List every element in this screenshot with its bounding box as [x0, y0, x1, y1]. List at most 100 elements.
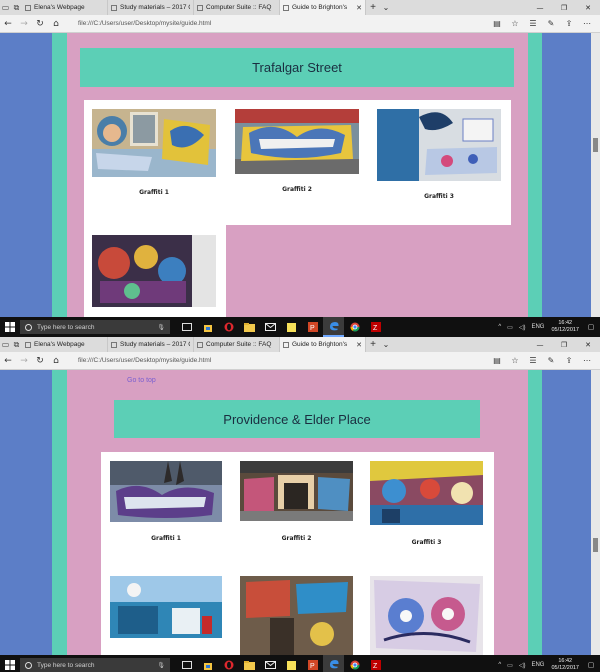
sticky-notes-icon[interactable] — [281, 317, 302, 337]
tab-set-aside-icon[interactable]: ⧉ — [11, 337, 22, 352]
graffiti-image — [377, 109, 501, 181]
close-window-icon[interactable]: ✕ — [576, 0, 600, 15]
tab-study-materials[interactable]: Study materials – 2017 CI13 — [108, 0, 194, 15]
mail-icon[interactable] — [260, 317, 281, 337]
file-explorer-icon[interactable] — [239, 317, 260, 337]
tab-elenas-webpage[interactable]: Elena's Webpage — [22, 337, 108, 352]
forward-arrow-icon[interactable]: → — [16, 353, 32, 369]
tab-study-materials[interactable]: Study materials – 2017 CI13 — [108, 337, 194, 352]
go-to-top-link[interactable]: Go to top — [127, 377, 156, 384]
home-icon[interactable]: ⌂ — [48, 16, 64, 32]
home-icon[interactable]: ⌂ — [48, 353, 64, 369]
taskbar-search-box[interactable]: Type here to search 🎙 — [20, 320, 170, 334]
filezilla-icon[interactable]: Z — [365, 655, 386, 672]
star-icon[interactable]: ☆ — [506, 19, 524, 28]
tab-preview-icon[interactable]: ▭ — [0, 337, 11, 352]
sticky-notes-icon[interactable] — [281, 655, 302, 672]
tab-list-chevron-icon[interactable]: ⌄ — [380, 337, 392, 352]
page-scrollbar[interactable] — [591, 370, 600, 655]
graffiti-photo[interactable] — [240, 461, 353, 521]
start-button[interactable] — [0, 655, 20, 672]
file-explorer-icon[interactable] — [239, 655, 260, 672]
page-scrollbar[interactable] — [591, 33, 600, 317]
graffiti-photo[interactable] — [370, 461, 483, 525]
store-icon[interactable] — [197, 655, 218, 672]
share-icon[interactable]: ⇪ — [560, 356, 578, 365]
network-icon[interactable]: ▭ — [507, 324, 513, 331]
microphone-icon[interactable]: 🎙 — [157, 324, 165, 331]
volume-icon[interactable]: ◁) — [519, 662, 526, 669]
refresh-icon[interactable]: ↻ — [32, 353, 48, 369]
reading-view-icon[interactable]: ▤ — [488, 19, 506, 28]
tab-computer-suite[interactable]: Computer Suite :: FAQ — [194, 337, 280, 352]
tab-guide-to-brighton[interactable]: Guide to Brighton's ✕ — [280, 337, 366, 352]
tab-close-icon[interactable]: ✕ — [356, 341, 362, 349]
start-button[interactable] — [0, 317, 20, 337]
back-arrow-icon[interactable]: ← — [0, 16, 16, 32]
taskbar-search-box[interactable]: Type here to search 🎙 — [20, 658, 170, 672]
clock[interactable]: 16:42 05/12/2017 — [551, 658, 579, 672]
clock[interactable]: 16:42 05/12/2017 — [551, 320, 579, 334]
close-window-icon[interactable]: ✕ — [576, 337, 600, 352]
tab-guide-to-brighton[interactable]: Guide to Brighton's ✕ — [280, 0, 366, 15]
reading-view-icon[interactable]: ▤ — [488, 356, 506, 365]
more-icon[interactable]: ⋯ — [578, 19, 596, 28]
graffiti-photo[interactable] — [235, 109, 359, 174]
favorites-icon[interactable]: ☰ — [524, 19, 542, 28]
chrome-icon[interactable] — [344, 655, 365, 672]
tab-elenas-webpage[interactable]: Elena's Webpage — [22, 0, 108, 15]
more-icon[interactable]: ⋯ — [578, 356, 596, 365]
language-indicator[interactable]: ENG — [531, 662, 544, 668]
chevron-up-icon[interactable]: ^ — [498, 324, 501, 330]
restore-icon[interactable]: ❐ — [552, 0, 576, 15]
forward-arrow-icon[interactable]: → — [16, 16, 32, 32]
url-field[interactable]: file:///C:/Users/user/Desktop/mysite/gui… — [74, 16, 476, 31]
new-tab-button[interactable]: + — [366, 337, 380, 352]
tab-list-chevron-icon[interactable]: ⌄ — [380, 0, 392, 15]
favorites-icon[interactable]: ☰ — [524, 356, 542, 365]
scrollbar-thumb[interactable] — [593, 538, 598, 552]
graffiti-photo[interactable] — [110, 461, 222, 522]
graffiti-photo[interactable] — [377, 109, 501, 181]
star-icon[interactable]: ☆ — [506, 356, 524, 365]
chrome-icon[interactable] — [344, 317, 365, 337]
opera-icon[interactable] — [218, 655, 239, 672]
back-arrow-icon[interactable]: ← — [0, 353, 16, 369]
tab-close-icon[interactable]: ✕ — [356, 4, 362, 12]
minimize-icon[interactable]: — — [528, 337, 552, 352]
edge-icon[interactable] — [323, 655, 344, 672]
share-icon[interactable]: ⇪ — [560, 19, 578, 28]
graffiti-photo[interactable] — [370, 576, 483, 655]
scrollbar-thumb[interactable] — [593, 138, 598, 152]
powerpoint-icon[interactable]: P — [302, 655, 323, 672]
edge-icon[interactable] — [323, 317, 344, 337]
powerpoint-icon[interactable]: P — [302, 317, 323, 337]
chevron-up-icon[interactable]: ^ — [498, 662, 501, 668]
microphone-icon[interactable]: 🎙 — [157, 662, 165, 669]
tab-computer-suite[interactable]: Computer Suite :: FAQ — [194, 0, 280, 15]
url-field[interactable]: file:///C:/Users/user/Desktop/mysite/gui… — [74, 353, 476, 368]
mail-icon[interactable] — [260, 655, 281, 672]
restore-icon[interactable]: ❐ — [552, 337, 576, 352]
graffiti-photo[interactable] — [110, 576, 222, 638]
graffiti-photo[interactable] — [92, 109, 216, 177]
new-tab-button[interactable]: + — [366, 0, 380, 15]
tab-set-aside-icon[interactable]: ⧉ — [11, 0, 22, 15]
refresh-icon[interactable]: ↻ — [32, 16, 48, 32]
task-view-icon[interactable] — [176, 655, 197, 672]
minimize-icon[interactable]: — — [528, 0, 552, 15]
graffiti-photo[interactable] — [92, 235, 216, 307]
store-icon[interactable] — [197, 317, 218, 337]
pen-icon[interactable]: ✎ — [542, 356, 560, 365]
graffiti-photo[interactable] — [240, 576, 353, 655]
notifications-icon[interactable]: ▢ — [585, 323, 597, 331]
network-icon[interactable]: ▭ — [507, 662, 513, 669]
tab-preview-icon[interactable]: ▭ — [0, 0, 11, 15]
language-indicator[interactable]: ENG — [531, 324, 544, 330]
filezilla-icon[interactable]: Z — [365, 317, 386, 337]
opera-icon[interactable] — [218, 317, 239, 337]
notifications-icon[interactable]: ▢ — [585, 661, 597, 669]
task-view-icon[interactable] — [176, 317, 197, 337]
volume-icon[interactable]: ◁) — [519, 324, 526, 331]
pen-icon[interactable]: ✎ — [542, 19, 560, 28]
